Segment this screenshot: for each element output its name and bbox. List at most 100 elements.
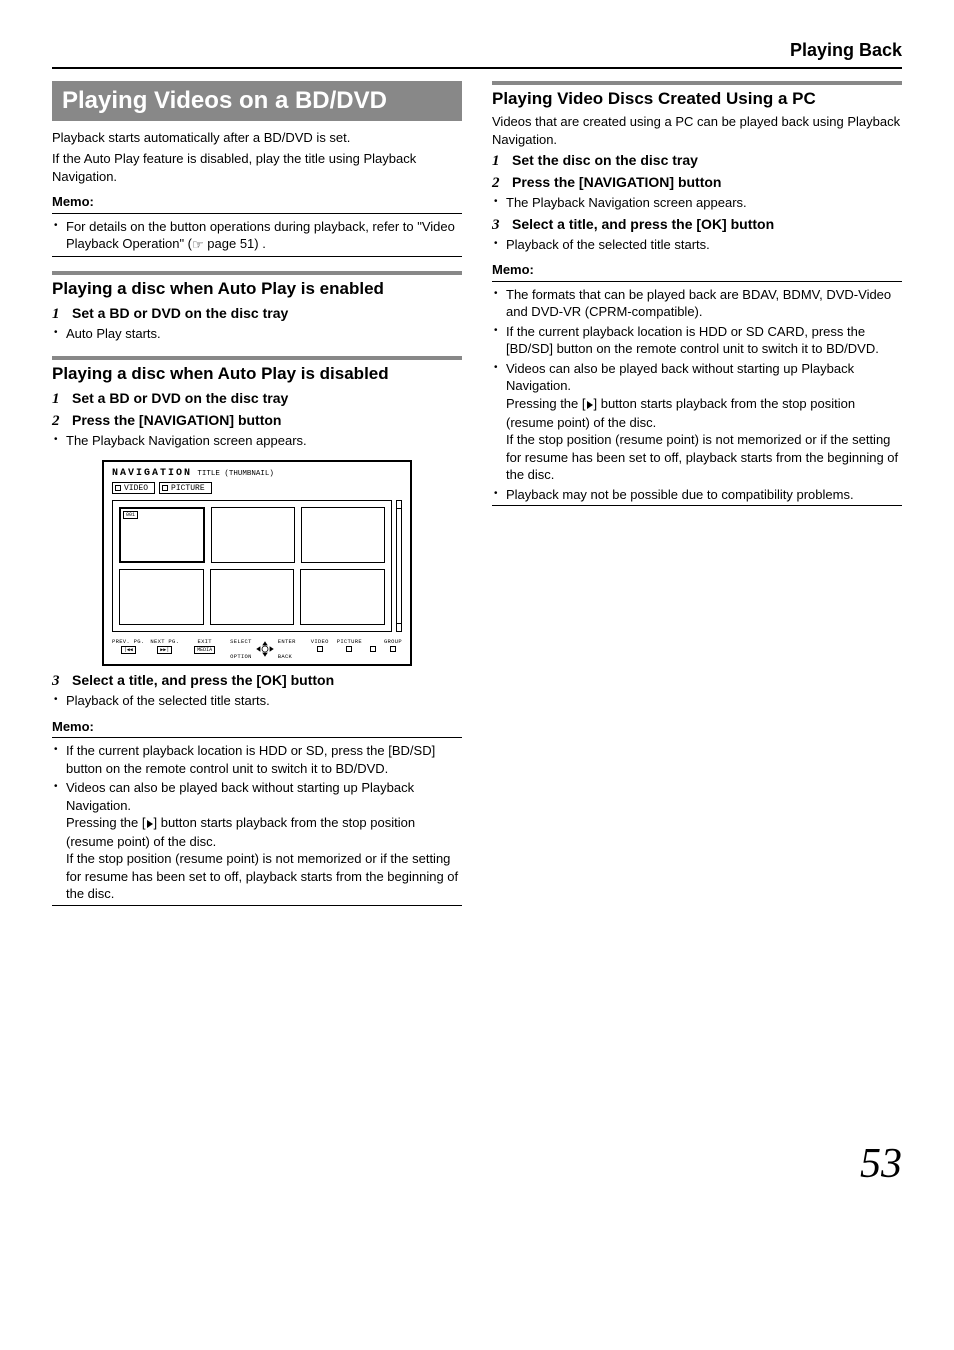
memo-list: The formats that can be played back are …: [492, 286, 902, 504]
nav-subtitle: TITLE (THUMBNAIL): [197, 470, 274, 478]
thumbnail-badge: 001: [123, 511, 138, 519]
legend-next: NEXT PG. ▶▶|: [150, 638, 179, 654]
thumbnail: [211, 507, 295, 563]
thumbnail: [301, 507, 385, 563]
step-row: 2 Press the [NAVIGATION] button: [492, 174, 902, 192]
play-icon: [586, 396, 594, 414]
step-text: Press the [NAVIGATION] button: [512, 174, 721, 190]
thumbnail-grid: 001: [112, 500, 392, 632]
step-row: 1 Set the disc on the disc tray: [492, 152, 902, 170]
step-number: 1: [52, 391, 64, 408]
thumbnail: [119, 569, 204, 625]
memo-item: If the current playback location is HDD …: [492, 323, 902, 358]
nav-title-row: NAVIGATION TITLE (THUMBNAIL): [112, 468, 402, 479]
color-square-icon: [370, 646, 376, 652]
legend-button: ▶▶|: [157, 646, 172, 654]
bullet-list: Auto Play starts.: [52, 325, 462, 343]
legend-label: [371, 638, 375, 645]
step-row: 1 Set a BD or DVD on the disc tray: [52, 390, 462, 408]
legend-button: MEDIA: [194, 646, 215, 654]
bullet-item: The Playback Navigation screen appears.: [492, 194, 902, 212]
step-number: 3: [492, 217, 504, 234]
bullet-list: Playback of the selected title starts.: [492, 236, 902, 254]
subheading-bar: [492, 81, 902, 85]
subheading-autoplay-disabled: Playing a disc when Auto Play is disable…: [52, 364, 462, 384]
legend-label: EXIT: [197, 638, 211, 645]
memo-item: If the current playback location is HDD …: [52, 742, 462, 777]
step-number: 1: [52, 306, 64, 323]
arrow-pad-icon: [254, 641, 276, 657]
step-text: Select a title, and press the [OK] butto…: [512, 216, 774, 232]
memo-list: If the current playback location is HDD …: [52, 742, 462, 903]
memo-rule-end: [52, 905, 462, 906]
bullet-item: Auto Play starts.: [52, 325, 462, 343]
nav-tabs: VIDEO PICTURE: [112, 482, 402, 494]
tab-label: PICTURE: [171, 484, 205, 493]
two-column-layout: Playing Videos on a BD/DVD Playback star…: [52, 77, 902, 910]
main-heading: Playing Videos on a BD/DVD: [52, 81, 462, 121]
legend-label: ENTER: [278, 638, 296, 645]
legend-label: PICTURE: [337, 638, 362, 645]
subheading-pc-discs: Playing Video Discs Created Using a PC: [492, 89, 902, 109]
intro-text-2: If the Auto Play feature is disabled, pl…: [52, 150, 462, 185]
legend-label: OPTION: [230, 653, 252, 660]
step-number: 2: [492, 175, 504, 192]
legend-label: BACK: [278, 653, 292, 660]
scroll-down-icon: [397, 623, 401, 631]
step-number: 1: [492, 153, 504, 170]
step-text: Set a BD or DVD on the disc tray: [72, 390, 288, 406]
subheading-bar: [52, 356, 462, 360]
nav-title: NAVIGATION: [112, 468, 192, 479]
subheading-bar: [52, 271, 462, 275]
step-number: 3: [52, 673, 64, 690]
legend-label: VIDEO: [311, 638, 329, 645]
page-number: 53: [52, 1140, 902, 1188]
bullet-item: The Playback Navigation screen appears.: [52, 432, 462, 450]
memo-item: Videos can also be played back without s…: [52, 779, 462, 903]
step-text: Set the disc on the disc tray: [512, 152, 698, 168]
color-square-icon: [317, 646, 323, 652]
right-column: Playing Video Discs Created Using a PC V…: [492, 77, 902, 910]
subheading-autoplay-enabled: Playing a disc when Auto Play is enabled: [52, 279, 462, 299]
tab-label: VIDEO: [124, 484, 148, 493]
legend-row: PREV. PG. |◀◀ NEXT PG. ▶▶| EXIT MEDIA: [112, 638, 402, 660]
step-text: Press the [NAVIGATION] button: [72, 412, 281, 428]
memo-line-c: If the stop position (resume point) is n…: [506, 432, 898, 482]
bullet-item: Playback of the selected title starts.: [492, 236, 902, 254]
memo-line-b-a: Pressing the [: [506, 396, 586, 411]
legend-arrows: SELECT OPTION ENTER BACK: [230, 638, 296, 660]
tab-icon: [115, 485, 121, 491]
step-text: Set a BD or DVD on the disc tray: [72, 305, 288, 321]
scrollbar: [396, 500, 402, 632]
legend-label: NEXT PG.: [150, 638, 179, 645]
color-square-icon: [346, 646, 352, 652]
section-header: Playing Back: [52, 40, 902, 67]
legend-exit: EXIT MEDIA: [194, 638, 215, 654]
memo-rule: [492, 281, 902, 282]
memo-line-a: Videos can also be played back without s…: [506, 361, 854, 394]
memo-item: For details on the button operations dur…: [52, 218, 462, 254]
bullet-list: The Playback Navigation screen appears.: [492, 194, 902, 212]
thumbnail: [300, 569, 385, 625]
intro-text-1: Playback starts automatically after a BD…: [52, 129, 462, 147]
navigation-screen: NAVIGATION TITLE (THUMBNAIL) VIDEO PICTU…: [102, 460, 412, 666]
legend-label: PREV. PG.: [112, 638, 144, 645]
pointer-icon: ☞: [192, 236, 204, 254]
color-square-icon: [390, 646, 396, 652]
memo-item: Playback may not be possible due to comp…: [492, 486, 902, 504]
memo-label: Memo:: [52, 718, 462, 736]
left-column: Playing Videos on a BD/DVD Playback star…: [52, 77, 462, 910]
legend-prev: PREV. PG. |◀◀: [112, 638, 144, 654]
legend-label: GROUP: [384, 638, 402, 645]
thumbnail-selected: 001: [119, 507, 205, 563]
legend-colors: VIDEO PICTURE GROUP: [311, 638, 402, 652]
step-row: 1 Set a BD or DVD on the disc tray: [52, 305, 462, 323]
legend-button: |◀◀: [121, 646, 136, 654]
thumbnail: [210, 569, 295, 625]
step-row: 3 Select a title, and press the [OK] but…: [52, 672, 462, 690]
intro-text: Videos that are created using a PC can b…: [492, 113, 902, 148]
step-row: 2 Press the [NAVIGATION] button: [52, 412, 462, 430]
memo-line-b-a: Pressing the [: [66, 815, 146, 830]
memo-rule: [52, 213, 462, 214]
step-number: 2: [52, 413, 64, 430]
